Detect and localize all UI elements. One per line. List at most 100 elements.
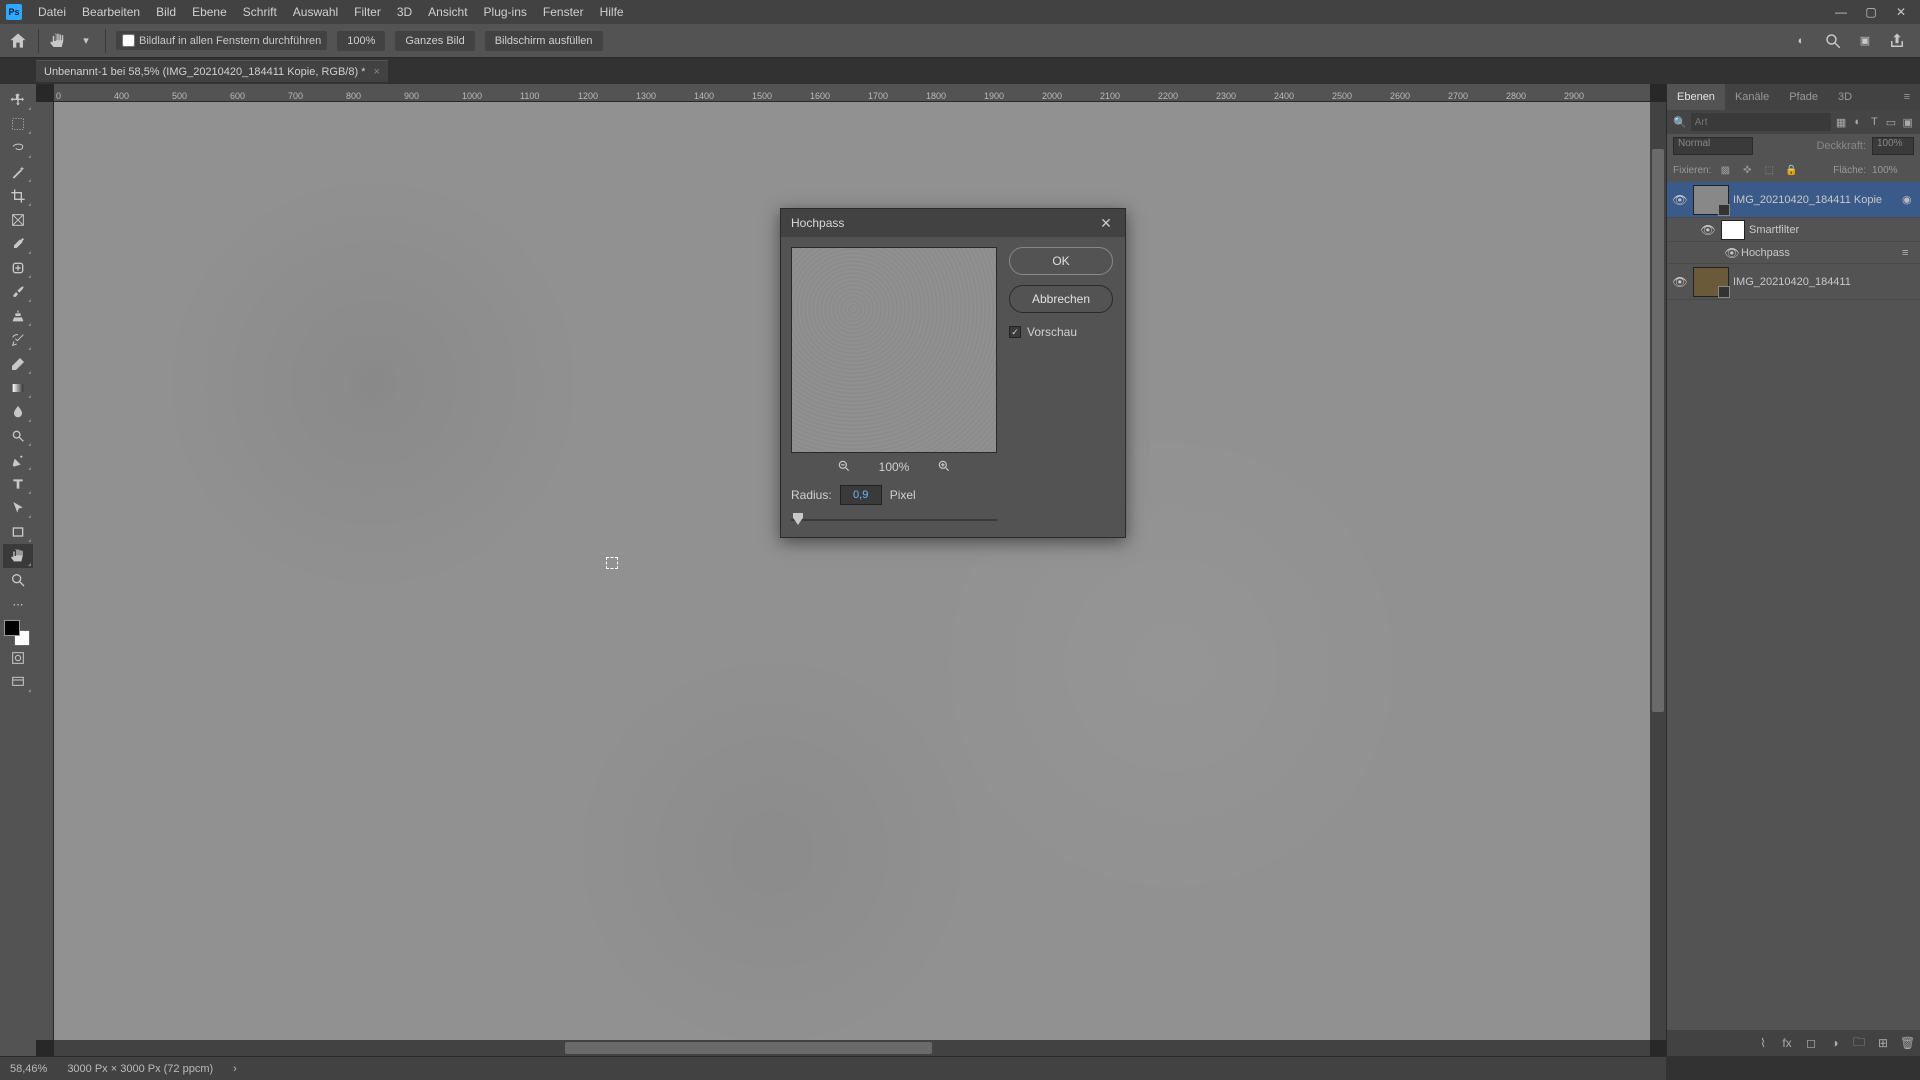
menu-help[interactable]: Hilfe bbox=[592, 5, 632, 19]
menu-image[interactable]: Bild bbox=[148, 5, 184, 19]
path-select-tool-icon[interactable] bbox=[3, 496, 33, 520]
scrollbar-horizontal[interactable] bbox=[54, 1040, 1650, 1056]
color-swatches[interactable] bbox=[4, 620, 30, 646]
eraser-tool-icon[interactable] bbox=[3, 352, 33, 376]
zoom-100-button[interactable]: 100% bbox=[337, 31, 385, 51]
ruler-vertical[interactable] bbox=[36, 102, 54, 1040]
screen-mode-icon[interactable] bbox=[3, 670, 33, 694]
zoom-tool-icon[interactable] bbox=[3, 568, 33, 592]
gradient-tool-icon[interactable] bbox=[3, 376, 33, 400]
filter-adjust-icon[interactable]: ◐ bbox=[1851, 114, 1864, 130]
opacity-input[interactable]: 100% bbox=[1872, 137, 1914, 155]
dialog-close-icon[interactable]: ✕ bbox=[1097, 214, 1115, 232]
pen-tool-icon[interactable] bbox=[3, 448, 33, 472]
zoom-out-icon[interactable] bbox=[837, 459, 851, 476]
filter-mask-thumbnail[interactable] bbox=[1721, 220, 1745, 240]
tab-channels[interactable]: Kanäle bbox=[1725, 84, 1779, 110]
cancel-button[interactable]: Abbrechen bbox=[1009, 285, 1113, 313]
magic-wand-tool-icon[interactable] bbox=[3, 160, 33, 184]
radius-input[interactable] bbox=[840, 485, 882, 505]
visibility-toggle-icon[interactable]: 👁 bbox=[1671, 275, 1689, 289]
cloud-docs-icon[interactable]: ◐ bbox=[1792, 32, 1810, 50]
layer-name[interactable]: IMG_20210420_184411 Kopie bbox=[1733, 194, 1902, 206]
home-icon[interactable] bbox=[8, 31, 28, 51]
visibility-toggle-icon[interactable]: 👁 bbox=[1723, 246, 1741, 260]
marquee-tool-icon[interactable] bbox=[3, 112, 33, 136]
filter-blend-icon[interactable]: ≡ bbox=[1902, 247, 1916, 259]
visibility-toggle-icon[interactable]: 👁 bbox=[1699, 223, 1717, 237]
layer-thumbnail[interactable] bbox=[1693, 267, 1729, 297]
edit-toolbar-icon[interactable]: ⋯ bbox=[3, 592, 33, 616]
fill-screen-button[interactable]: Bildschirm ausfüllen bbox=[485, 31, 603, 51]
lasso-tool-icon[interactable] bbox=[3, 136, 33, 160]
filter-preview[interactable] bbox=[791, 247, 997, 453]
menu-edit[interactable]: Bearbeiten bbox=[74, 5, 148, 19]
hand-tool-icon[interactable] bbox=[49, 32, 67, 50]
chevron-down-icon[interactable]: ▾ bbox=[77, 32, 95, 50]
adjustment-layer-icon[interactable]: ◑ bbox=[1828, 1036, 1842, 1050]
fit-screen-button[interactable]: Ganzes Bild bbox=[395, 31, 474, 51]
eyedropper-tool-icon[interactable] bbox=[3, 232, 33, 256]
ok-button[interactable]: OK bbox=[1009, 247, 1113, 275]
lock-pixels-icon[interactable]: ▩ bbox=[1717, 165, 1733, 176]
layer-row[interactable]: 👁 IMG_20210420_184411 bbox=[1667, 264, 1920, 300]
blur-tool-icon[interactable] bbox=[3, 400, 33, 424]
lock-artboard-icon[interactable]: ⬚ bbox=[1761, 165, 1777, 176]
delete-layer-icon[interactable]: 🗑 bbox=[1900, 1036, 1914, 1050]
document-tab[interactable]: Unbenannt-1 bei 58,5% (IMG_20210420_1844… bbox=[36, 60, 388, 82]
menu-file[interactable]: Datei bbox=[30, 5, 74, 19]
slider-handle[interactable] bbox=[793, 513, 803, 525]
tab-layers[interactable]: Ebenen bbox=[1667, 84, 1725, 110]
tab-paths[interactable]: Pfade bbox=[1779, 84, 1828, 110]
lock-position-icon[interactable]: ✜ bbox=[1739, 165, 1755, 176]
window-minimize-icon[interactable]: — bbox=[1834, 5, 1848, 19]
menu-window[interactable]: Fenster bbox=[535, 5, 592, 19]
healing-brush-tool-icon[interactable] bbox=[3, 256, 33, 280]
quick-mask-icon[interactable] bbox=[3, 646, 33, 670]
panel-menu-icon[interactable]: ≡ bbox=[1894, 84, 1920, 110]
search-icon[interactable] bbox=[1824, 32, 1842, 50]
window-close-icon[interactable]: ✕ bbox=[1894, 5, 1908, 19]
brush-tool-icon[interactable] bbox=[3, 280, 33, 304]
layer-name[interactable]: Smartfilter bbox=[1749, 224, 1916, 236]
tab-3d[interactable]: 3D bbox=[1828, 84, 1862, 110]
clone-stamp-tool-icon[interactable] bbox=[3, 304, 33, 328]
visibility-toggle-icon[interactable]: 👁 bbox=[1671, 193, 1689, 207]
filter-smart-icon[interactable]: ▣ bbox=[1901, 114, 1914, 130]
lock-all-icon[interactable]: 🔒 bbox=[1783, 165, 1799, 176]
fill-input[interactable]: 100% bbox=[1872, 165, 1914, 176]
smart-filter-name[interactable]: Hochpass bbox=[1741, 247, 1902, 259]
radius-slider[interactable] bbox=[791, 513, 997, 527]
scrollbar-vertical[interactable] bbox=[1650, 102, 1666, 1040]
move-tool-icon[interactable] bbox=[3, 88, 33, 112]
new-layer-icon[interactable]: ⊞ bbox=[1876, 1036, 1890, 1050]
filter-link-icon[interactable]: ◉ bbox=[1902, 193, 1916, 206]
workspace-icon[interactable]: ▣ bbox=[1856, 32, 1874, 50]
document-tab-close-icon[interactable]: × bbox=[373, 66, 379, 78]
foreground-color-swatch[interactable] bbox=[4, 620, 20, 636]
layer-row[interactable]: 👁 IMG_20210420_184411 Kopie ◉ bbox=[1667, 182, 1920, 218]
layer-row[interactable]: 👁 Smartfilter bbox=[1667, 218, 1920, 242]
layer-row[interactable]: 👁 Hochpass ≡ bbox=[1667, 242, 1920, 264]
filter-image-icon[interactable]: ▦ bbox=[1835, 114, 1848, 130]
frame-tool-icon[interactable] bbox=[3, 208, 33, 232]
menu-plugins[interactable]: Plug-ins bbox=[476, 5, 535, 19]
type-tool-icon[interactable] bbox=[3, 472, 33, 496]
dodge-tool-icon[interactable] bbox=[3, 424, 33, 448]
status-chevron-icon[interactable]: › bbox=[233, 1063, 237, 1075]
link-layers-icon[interactable]: ⌇ bbox=[1756, 1036, 1770, 1050]
status-doc-info[interactable]: 3000 Px × 3000 Px (72 ppcm) bbox=[67, 1063, 213, 1075]
scroll-all-windows-checkbox[interactable]: Bildlauf in allen Fenstern durchführen bbox=[116, 31, 327, 50]
dialog-titlebar[interactable]: Hochpass ✕ bbox=[781, 209, 1125, 237]
layer-filter-input[interactable] bbox=[1691, 113, 1831, 131]
rectangle-tool-icon[interactable] bbox=[3, 520, 33, 544]
status-zoom[interactable]: 58,46% bbox=[10, 1063, 47, 1075]
filter-shape-icon[interactable]: ▭ bbox=[1885, 114, 1898, 130]
ruler-horizontal[interactable]: 0 400 500 600 700 800 900 1000 1100 1200… bbox=[54, 84, 1650, 102]
preview-checkbox[interactable]: ✓ Vorschau bbox=[1009, 325, 1113, 339]
layer-name[interactable]: IMG_20210420_184411 bbox=[1733, 276, 1916, 288]
hand-tool-icon-2[interactable] bbox=[3, 544, 33, 568]
menu-3d[interactable]: 3D bbox=[389, 5, 420, 19]
menu-view[interactable]: Ansicht bbox=[420, 5, 475, 19]
filter-type-icon[interactable]: T bbox=[1868, 114, 1881, 130]
